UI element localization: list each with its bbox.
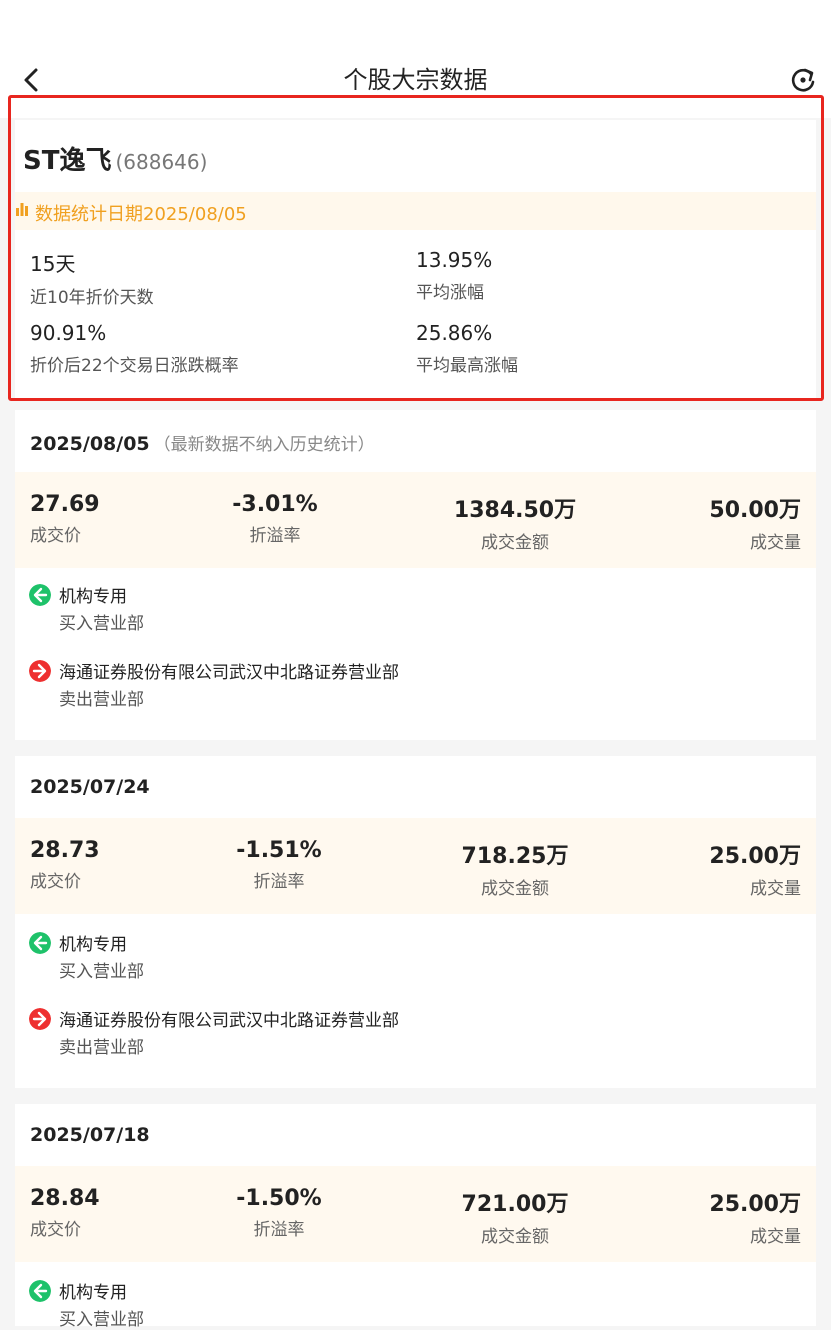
buy-arrow-icon <box>29 932 51 954</box>
stat-value: -1.50% <box>236 1186 322 1211</box>
stat-value: 25.00万 <box>709 1192 801 1217</box>
metric-value: 25.86% <box>416 321 493 345</box>
stat-value: 28.84 <box>30 1186 100 1211</box>
stat-value: -1.51% <box>236 838 322 863</box>
stat-volume: 25.00万 成交量 <box>709 1186 801 1247</box>
buyer-role: 买入营业部 <box>59 614 144 634</box>
stat-value: -3.01% <box>232 492 318 517</box>
stat-date-bar: 数据统计日期2025/08/05 <box>15 192 816 230</box>
stat-amount: 721.00万 成交金额 <box>462 1186 569 1247</box>
metric-label: 折价后22个交易日涨跌概率 <box>30 356 239 376</box>
trade-stats: 28.73 成交价 -1.51% 折溢率 718.25万 成交金额 25.00万… <box>15 818 816 914</box>
stat-value: 25.00万 <box>709 844 801 869</box>
stat-value: 1384.50万 <box>453 498 577 523</box>
metric-value: 13.95% <box>416 248 493 272</box>
metric-discount-days: 15天 近10年折价天数 <box>30 248 154 308</box>
stat-label: 成交量 <box>750 1227 801 1247</box>
metric-label: 近10年折价天数 <box>30 288 154 308</box>
stat-label: 成交金额 <box>481 533 549 553</box>
buyer-role: 买入营业部 <box>59 1310 144 1330</box>
stat-value: 721.00万 <box>461 1192 569 1217</box>
bar-chart-icon <box>16 203 28 216</box>
stat-label: 折溢率 <box>253 1220 305 1240</box>
trade-card[interactable]: 2025/07/18 28.84 成交价 -1.50% 折溢率 721.00万 … <box>15 1104 816 1330</box>
stat-label: 成交价 <box>30 872 81 892</box>
refresh-icon[interactable] <box>789 66 817 94</box>
stat-value: 27.69 <box>30 492 100 517</box>
buyer-name: 机构专用 <box>59 935 127 955</box>
metric-avg-max-gain: 25.86% 平均最高涨幅 <box>416 321 518 376</box>
metric-value: 90.91% <box>30 321 107 345</box>
metric-value: 15天 <box>30 252 76 276</box>
metric-avg-gain: 13.95% 平均涨幅 <box>416 248 492 303</box>
buyer-role: 买入营业部 <box>59 962 144 982</box>
stat-price: 27.69 成交价 <box>30 492 100 546</box>
buy-arrow-icon <box>29 584 51 606</box>
stat-date-label: 数据统计日期2025/08/05 <box>35 204 247 225</box>
trade-date: 2025/08/05 <box>30 433 150 455</box>
trade-date: 2025/07/24 <box>30 776 150 798</box>
seller-name: 海通证券股份有限公司武汉中北路证券营业部 <box>59 663 399 683</box>
stat-premium: -1.51% 折溢率 <box>236 838 321 892</box>
stat-value: 28.73 <box>30 838 100 863</box>
stat-label: 成交价 <box>30 1220 81 1240</box>
stat-premium: -1.50% 折溢率 <box>236 1186 321 1240</box>
trade-card[interactable]: 2025/07/24 28.73 成交价 -1.51% 折溢率 718.25万 … <box>15 756 816 1088</box>
metric-label: 平均涨幅 <box>416 283 484 303</box>
trade-card[interactable]: 2025/08/05 （最新数据不纳入历史统计） 27.69 成交价 -3.01%… <box>15 410 816 740</box>
stat-label: 成交量 <box>750 533 801 553</box>
stat-label: 成交价 <box>30 526 81 546</box>
trade-stats: 27.69 成交价 -3.01% 折溢率 1384.50万 成交金额 50.00… <box>15 472 816 568</box>
trade-date-row: 2025/08/05 （最新数据不纳入历史统计） <box>30 430 375 455</box>
stat-amount: 1384.50万 成交金额 <box>454 492 576 553</box>
stat-label: 成交金额 <box>481 879 549 899</box>
stat-label: 折溢率 <box>249 526 301 546</box>
trade-date: 2025/07/18 <box>30 1124 150 1146</box>
sell-arrow-icon <box>29 1008 51 1030</box>
page-title: 个股大宗数据 <box>343 66 488 94</box>
stock-code: (688646) <box>115 150 208 174</box>
stat-volume: 25.00万 成交量 <box>709 838 801 899</box>
stat-label: 折溢率 <box>253 872 305 892</box>
stock-header: ST逸飞 (688646) <box>23 140 207 177</box>
trade-date-row: 2025/07/18 <box>30 1124 154 1146</box>
stat-premium: -3.01% 折溢率 <box>232 492 317 546</box>
metric-label: 平均最高涨幅 <box>416 356 518 376</box>
sell-arrow-icon <box>29 660 51 682</box>
stat-label: 成交量 <box>750 879 801 899</box>
stat-amount: 718.25万 成交金额 <box>462 838 569 899</box>
metric-probability: 90.91% 折价后22个交易日涨跌概率 <box>30 321 239 376</box>
stat-value: 50.00万 <box>709 498 801 523</box>
stat-price: 28.84 成交价 <box>30 1186 100 1240</box>
trade-date-row: 2025/07/24 <box>30 776 154 798</box>
stat-price: 28.73 成交价 <box>30 838 100 892</box>
seller-name: 海通证券股份有限公司武汉中北路证券营业部 <box>59 1011 399 1031</box>
trade-note: （最新数据不纳入历史统计） <box>153 435 375 455</box>
stat-volume: 50.00万 成交量 <box>709 492 801 553</box>
stock-name: ST逸飞 <box>23 146 112 176</box>
buyer-name: 机构专用 <box>59 1283 127 1303</box>
trade-stats: 28.84 成交价 -1.50% 折溢率 721.00万 成交金额 25.00万… <box>15 1166 816 1262</box>
summary-card: ST逸飞 (688646) 数据统计日期2025/08/05 15天 近10年折价… <box>15 120 816 398</box>
top-bar: 个股大宗数据 <box>0 0 831 118</box>
buyer-name: 机构专用 <box>59 587 127 607</box>
buy-arrow-icon <box>29 1280 51 1302</box>
seller-role: 卖出营业部 <box>59 690 144 710</box>
seller-role: 卖出营业部 <box>59 1038 144 1058</box>
stat-label: 成交金额 <box>481 1227 549 1247</box>
stat-value: 718.25万 <box>461 844 569 869</box>
